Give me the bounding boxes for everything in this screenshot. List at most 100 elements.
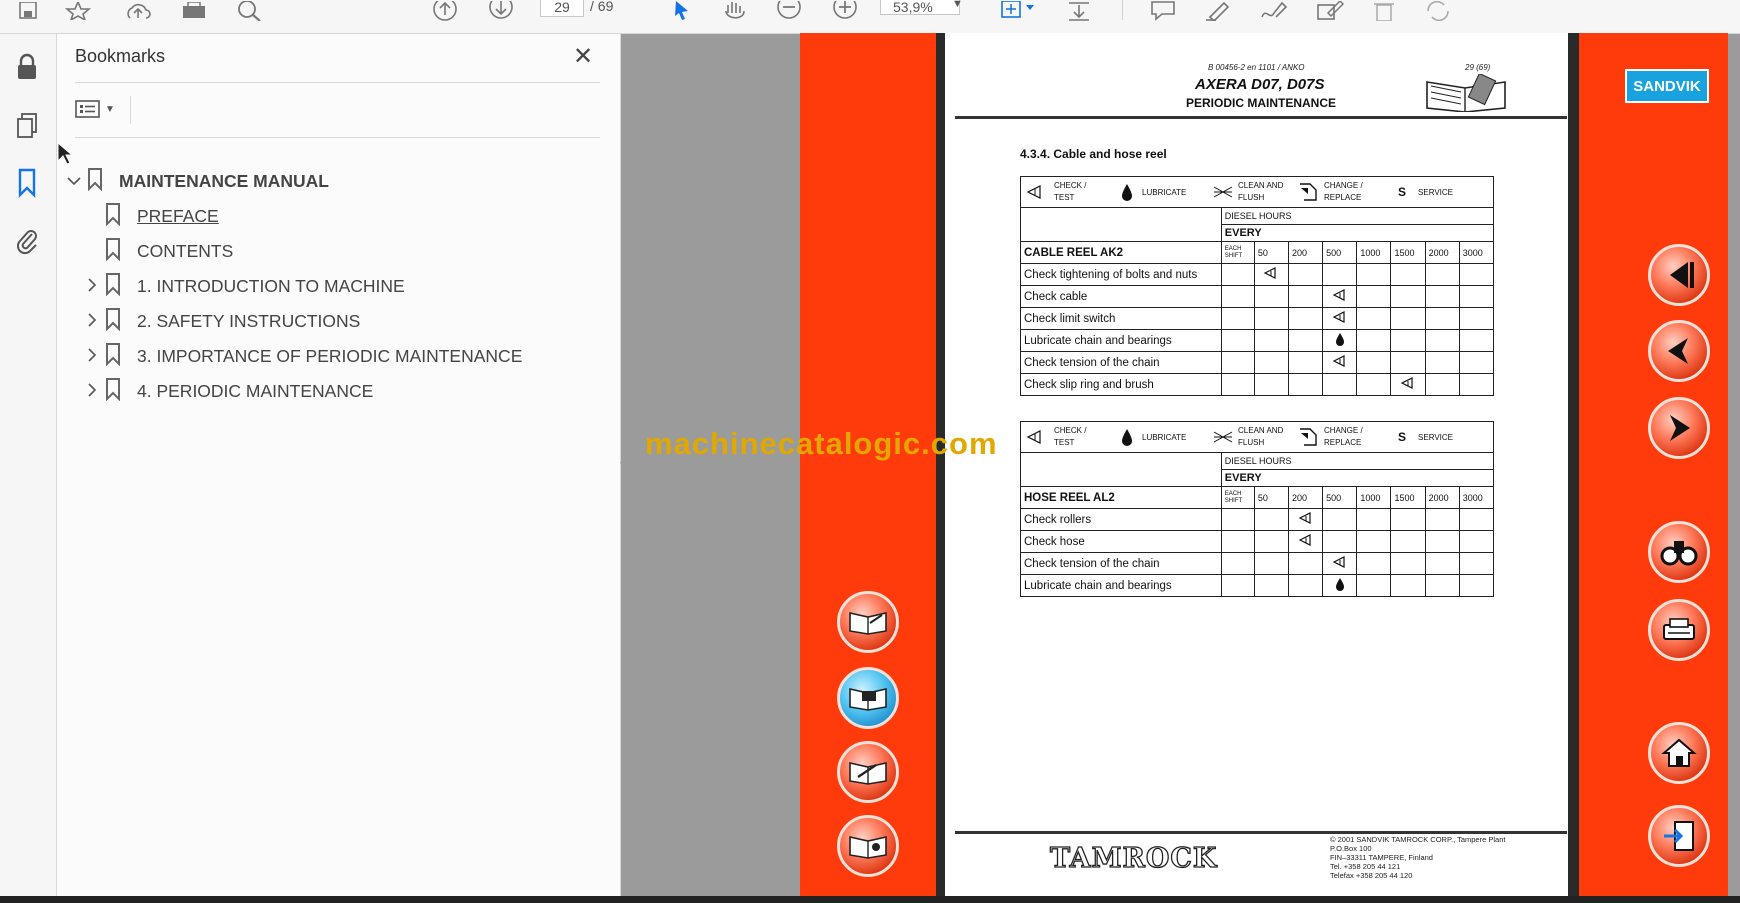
home-button[interactable] [1648,722,1710,784]
chevron-right-icon[interactable] [81,347,103,365]
chevron-right-icon[interactable] [81,312,103,330]
bookmarks-panel: Bookmarks ✕ ▼ MAINTENANCE MANUAL PREFACE… [57,34,621,896]
hours-col-500: 500 [1322,486,1358,509]
bookmark-item-maintenance-manual[interactable]: MAINTENANCE MANUAL [63,166,329,196]
interval-cell [1220,552,1255,575]
interval-cell [1458,329,1495,352]
toolbar-separator [1122,0,1123,20]
close-icon[interactable]: ✕ [573,42,593,71]
tools-book-button[interactable] [837,741,899,803]
comment-icon[interactable] [1150,0,1176,22]
table-heading: CABLE REEL AK2 [1020,241,1222,264]
table-heading: HOSE REEL AL2 [1020,486,1222,509]
zoom-in-icon[interactable] [832,0,858,22]
zoom-search-icon[interactable] [236,0,264,22]
legend-check: CHECK / [1054,426,1087,435]
interval-cell [1288,307,1324,330]
check-test-icon [1298,534,1311,546]
table-row: Check cable [1020,285,1495,308]
previous-button[interactable] [1648,320,1710,382]
parts-book-button[interactable] [837,815,899,877]
document-subtitle: PERIODIC MAINTENANCE [1186,96,1337,110]
scroll-mode-icon[interactable] [1066,0,1092,22]
interval-cell [1220,285,1255,308]
bookmark-item-introduction[interactable]: 1. INTRODUCTION TO MACHINE [81,271,405,301]
interval-cell [1458,351,1495,374]
maintenance-book-button[interactable] [837,667,899,729]
interval-cell [1322,263,1358,286]
fit-page-icon[interactable] [1000,0,1036,22]
empty-cell [1020,207,1222,242]
left-navigation-rail [0,34,57,896]
chevron-down-icon[interactable] [63,173,85,189]
table-row: Check slip ring and brush [1020,373,1495,396]
interval-cell [1390,508,1426,531]
bookmark-icon [103,377,125,406]
interval-cell [1253,263,1290,286]
hours-col-50: 50 [1253,486,1290,509]
chevron-down-icon: ▼ [105,103,115,115]
change-replace-icon [1300,183,1317,201]
interval-cell [1424,307,1460,330]
interval-cell [1424,285,1460,308]
interval-cell [1322,530,1358,553]
page-number-input[interactable]: 29 [540,0,584,17]
exit-button[interactable] [1648,805,1710,867]
delete-icon[interactable] [1372,0,1396,22]
legend-flush: FLUSH [1238,438,1265,447]
draw-freehand-icon[interactable] [1260,0,1288,22]
bookmark-item-importance[interactable]: 3. IMPORTANCE OF PERIODIC MAINTENANCE [81,341,522,371]
manual-button[interactable] [837,591,899,653]
first-page-button[interactable] [1648,244,1710,306]
task-label: Lubricate chain and bearings [1020,574,1222,597]
hand-tool-icon[interactable] [722,0,748,22]
interval-cell [1322,574,1358,597]
bookmark-item-periodic-maintenance[interactable]: 4. PERIODIC MAINTENANCE [81,376,373,406]
legend-check: CHECK / [1054,181,1087,190]
print-icon[interactable] [180,0,208,22]
interval-cell [1390,373,1426,396]
footer-address: © 2001 SANDVIK TAMROCK CORP., Tampere Pl… [1330,835,1505,880]
bookmark-label: PREFACE [137,205,219,226]
chevron-right-icon[interactable] [81,277,103,295]
next-button[interactable] [1648,397,1710,459]
legend-service: SERVICE [1418,187,1453,197]
task-label: Check tension of the chain [1020,552,1222,575]
edit-text-icon[interactable] [1316,0,1344,22]
select-cursor-icon[interactable] [670,0,694,22]
rotate-icon[interactable] [1424,0,1452,22]
previous-page-icon[interactable] [432,0,458,22]
bookmark-item-safety[interactable]: 2. SAFETY INSTRUCTIONS [81,306,360,336]
list-options-icon [75,100,100,118]
attachment-icon[interactable] [12,226,42,256]
zoom-dropdown-caret[interactable]: ▼ [952,0,963,10]
interval-cell [1424,508,1460,531]
bookmark-panel-icon[interactable] [12,168,42,198]
next-page-icon[interactable] [488,0,514,22]
hours-col-1500: 1500 [1390,241,1426,264]
star-icon[interactable] [64,0,92,22]
zoom-level-field[interactable]: 53,9% [880,0,960,15]
task-label: Check tension of the chain [1020,351,1222,374]
interval-cell [1356,329,1392,352]
panel-divider [75,82,600,83]
lock-icon[interactable] [12,52,42,82]
bookmark-options-button[interactable]: ▼ [75,96,119,122]
print-button[interactable] [1648,599,1710,661]
open-book-icon [849,762,887,785]
interval-cell [1322,552,1358,575]
interval-cell [1390,552,1426,575]
interval-cell [1356,263,1392,286]
interval-cell [1390,574,1426,597]
search-button[interactable] [1648,521,1710,583]
page-thumbnails-icon[interactable] [12,111,42,141]
bookmark-item-contents[interactable]: CONTENTS [103,236,233,266]
highlight-pen-icon[interactable] [1204,0,1232,22]
save-icon[interactable] [16,0,40,22]
bookmark-label: MAINTENANCE MANUAL [119,170,329,191]
interval-cell [1288,373,1324,396]
zoom-out-icon[interactable] [776,0,802,22]
bookmark-item-preface[interactable]: PREFACE [103,201,219,231]
upload-cloud-icon[interactable] [124,0,152,22]
chevron-right-icon[interactable] [81,382,103,400]
